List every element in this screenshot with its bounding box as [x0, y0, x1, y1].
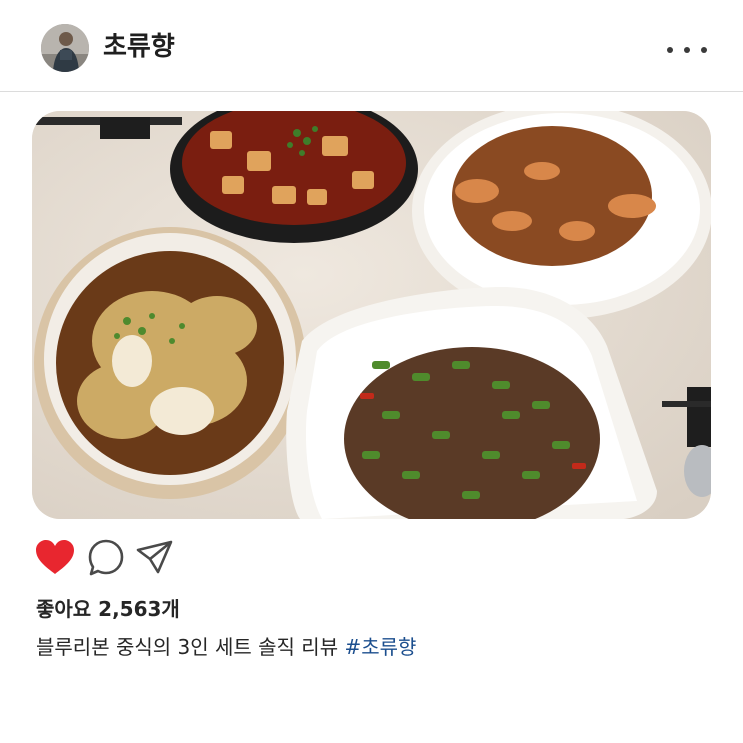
post-caption: 블루리본 중식의 3인 세트 솔직 리뷰 #초류향 [36, 633, 416, 661]
avatar[interactable] [41, 24, 89, 72]
likes-count[interactable]: 좋아요 2,563개 [36, 595, 180, 623]
more-options-icon[interactable] [667, 38, 707, 62]
heart-icon[interactable] [34, 538, 76, 578]
post-photo[interactable] [32, 111, 711, 519]
post-header: 초류향 [0, 0, 743, 92]
username[interactable]: 초류향 [103, 29, 175, 65]
caption-text: 블루리본 중식의 3인 세트 솔직 리뷰 [36, 635, 345, 659]
hashtag-link[interactable]: #초류향 [344, 635, 416, 659]
comment-bubble-icon[interactable] [86, 538, 128, 578]
paper-plane-icon[interactable] [134, 538, 176, 578]
post-actions [34, 538, 234, 578]
